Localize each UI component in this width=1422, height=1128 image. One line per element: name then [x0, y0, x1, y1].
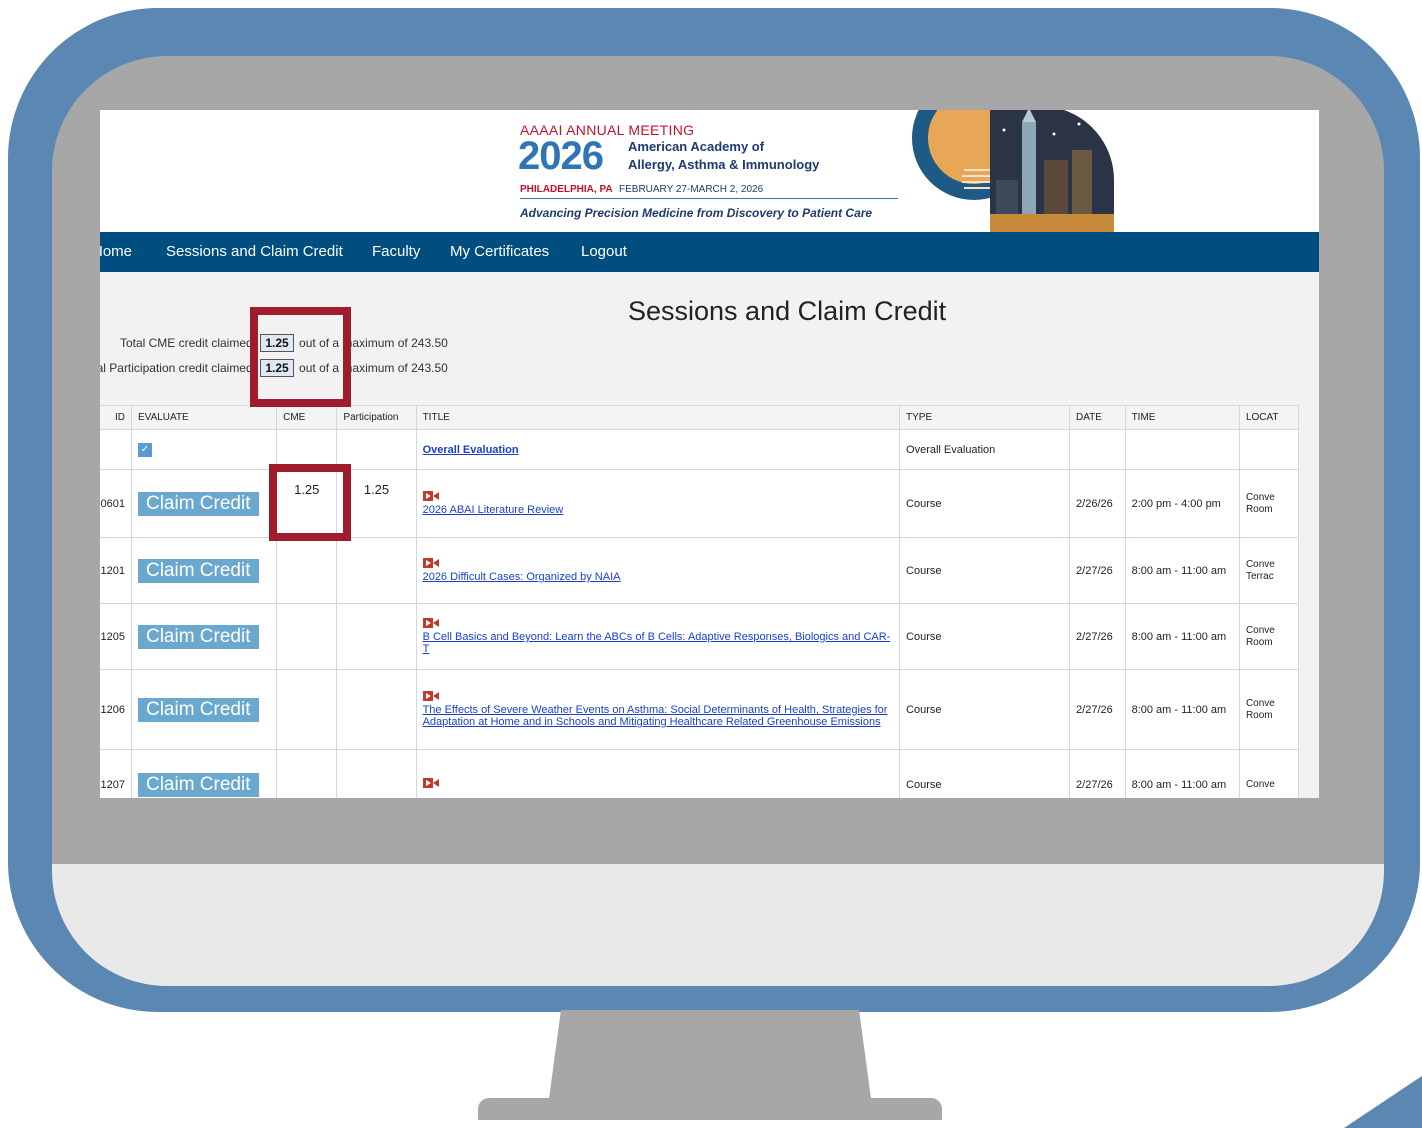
- video-camera-icon: [422, 778, 439, 788]
- session-location-room: Room: [1245, 636, 1273, 648]
- banner-year: 2026: [518, 134, 604, 178]
- table-row: 1205 Claim Credit B Cell Basics and Beyo…: [100, 603, 1300, 670]
- session-title-link[interactable]: 2026 Difficult Cases: Organized by NAIA: [423, 571, 621, 583]
- nav-faculty[interactable]: Faculty: [372, 243, 420, 260]
- session-type: Course: [899, 603, 1071, 670]
- cme-credit-label: Total CME credit claimed:: [119, 336, 256, 350]
- banner-org-line1: American Academy of: [628, 139, 765, 154]
- nav-my-certificates[interactable]: My Certificates: [450, 243, 549, 260]
- browser-screen: AAAAI ANNUAL MEETING 2026 American Acade…: [100, 110, 1319, 798]
- col-cme: CME: [276, 405, 338, 430]
- session-id: 1206: [100, 669, 132, 750]
- session-time: 8:00 am - 11:00 am: [1124, 669, 1240, 750]
- nav-sessions-claim-credit[interactable]: Sessions and Claim Credit: [166, 243, 343, 260]
- banner-org-line2: Allergy, Asthma & Immunology: [628, 157, 820, 172]
- meeting-banner: AAAAI ANNUAL MEETING 2026 American Acade…: [100, 110, 1319, 232]
- session-date: 2/27/26: [1069, 669, 1126, 750]
- cme-cell: [276, 537, 338, 604]
- claim-credit-button[interactable]: Claim Credit: [137, 491, 259, 516]
- session-location-room: Room: [1245, 709, 1273, 721]
- col-evaluate: EVALUATE: [130, 405, 278, 430]
- banner-dates: FEBRUARY 27-MARCH 2, 2026: [619, 184, 764, 195]
- session-id: 1205: [100, 603, 132, 670]
- session-location: Conve: [1245, 558, 1275, 570]
- session-time: 8:00 am - 11:00 am: [1124, 749, 1240, 798]
- session-date: 2/27/26: [1069, 603, 1126, 670]
- session-location-room: Terrac: [1245, 570, 1274, 582]
- session-type: Course: [899, 669, 1071, 750]
- session-type: Course: [899, 469, 1071, 538]
- overall-evaluation-link[interactable]: Overall Evaluation: [423, 444, 519, 456]
- banner-tagline: Advancing Precision Medicine from Discov…: [520, 206, 873, 220]
- page-title: Sessions and Claim Credit: [628, 296, 947, 326]
- monitor-stand-neck: [548, 1010, 872, 1106]
- credit-total-highlight: [250, 307, 351, 407]
- cme-cell: [276, 603, 338, 670]
- video-camera-icon: [422, 491, 439, 501]
- video-camera-icon: [422, 558, 439, 568]
- participation-cell: [336, 603, 417, 670]
- session-id: 0601: [100, 469, 132, 538]
- session-time: 2:00 pm - 4:00 pm: [1124, 469, 1240, 538]
- nav-logout[interactable]: Logout: [581, 243, 627, 260]
- col-participation: Participation: [336, 405, 417, 430]
- session-location: Conve: [1245, 491, 1275, 503]
- session-title-link[interactable]: The Effects of Severe Weather Events on …: [423, 704, 888, 728]
- claim-credit-button[interactable]: Claim Credit: [137, 558, 259, 583]
- main-navigation: Home Sessions and Claim Credit Faculty M…: [100, 232, 1319, 272]
- banner-city: PHILADELPHIA, PA: [520, 184, 613, 195]
- col-title: TITLE: [415, 405, 901, 430]
- participation-cell: [336, 537, 417, 604]
- session-date: 2/27/26: [1069, 749, 1126, 798]
- table-row: 1207 Claim Credit Course 2/27/26 8:00 am…: [100, 749, 1300, 798]
- nav-home[interactable]: Home: [100, 243, 132, 260]
- banner-city-artwork: [912, 110, 1114, 232]
- session-title-link[interactable]: B Cell Basics and Beyond: Learn the ABCs…: [423, 631, 891, 655]
- session-date: 2/26/26: [1069, 469, 1126, 538]
- col-time: TIME: [1124, 405, 1240, 430]
- participation-cell: [336, 669, 417, 750]
- monitor-chin: [52, 864, 1384, 986]
- video-camera-icon: [422, 691, 439, 701]
- session-time: 8:00 am - 11:00 am: [1124, 537, 1240, 604]
- overall-type: Overall Evaluation: [899, 429, 1071, 470]
- session-id: 1201: [100, 537, 132, 604]
- claim-credit-button[interactable]: Claim Credit: [137, 624, 259, 649]
- session-type: Course: [899, 749, 1071, 798]
- table-header-row: ID EVALUATE CME Participation TITLE TYPE…: [100, 405, 1300, 430]
- cme-cell: [276, 749, 338, 798]
- participation-cell: [336, 749, 417, 798]
- session-location: Conve: [1245, 697, 1275, 709]
- table-row: 1206 Claim Credit The Effects of Severe …: [100, 669, 1300, 750]
- claim-credit-button[interactable]: Claim Credit: [137, 697, 259, 722]
- col-date: DATE: [1069, 405, 1126, 430]
- cme-cell: [276, 669, 338, 750]
- col-location: LOCAT: [1238, 405, 1300, 430]
- checked-checkbox-icon[interactable]: ✓: [137, 442, 152, 457]
- participation-credit-label: Total Participation credit claimed:: [100, 361, 256, 375]
- cme-cell-highlight: [269, 464, 351, 541]
- col-type: TYPE: [899, 405, 1071, 430]
- session-location: Conve: [1245, 624, 1275, 636]
- col-id: ID: [100, 405, 132, 430]
- monitor-stand-base: [478, 1098, 942, 1120]
- table-row: 1201 Claim Credit 2026 Difficult Cases: …: [100, 537, 1300, 604]
- banner-divider: [520, 198, 898, 199]
- session-id: 1207: [100, 749, 132, 798]
- session-location: Conve: [1245, 778, 1275, 790]
- claim-credit-button[interactable]: Claim Credit: [137, 772, 259, 797]
- session-title-link[interactable]: 2026 ABAI Literature Review: [423, 504, 564, 516]
- session-type: Course: [899, 537, 1071, 604]
- session-date: 2/27/26: [1069, 537, 1126, 604]
- decorative-swoosh: [1344, 1068, 1422, 1128]
- video-camera-icon: [422, 618, 439, 628]
- session-location-room: Room: [1245, 503, 1273, 515]
- session-time: 8:00 am - 11:00 am: [1124, 603, 1240, 670]
